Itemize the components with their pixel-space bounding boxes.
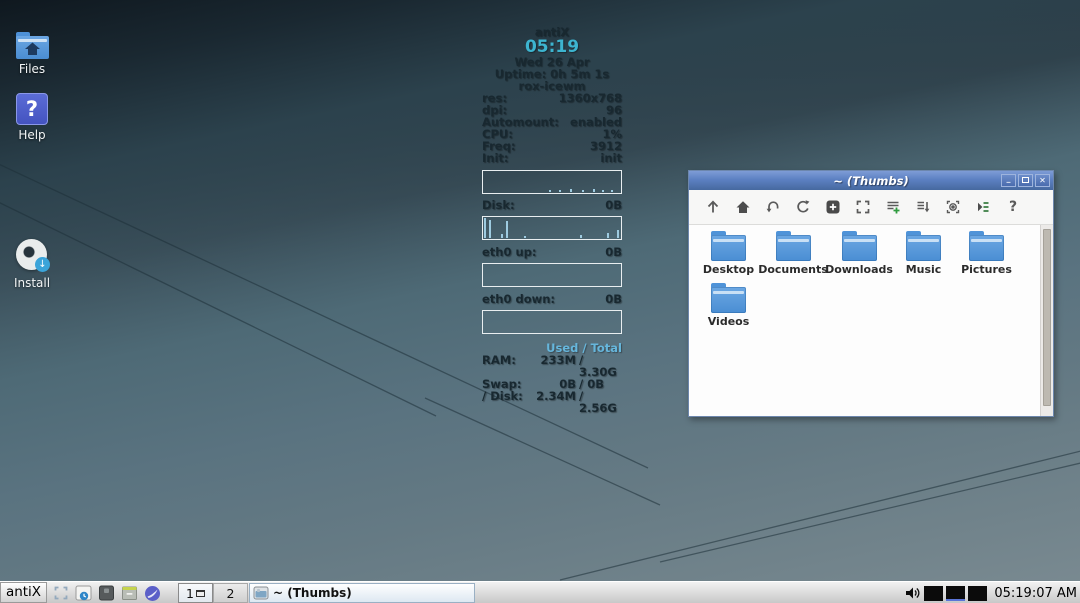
workspace-label: 1 — [186, 586, 194, 601]
info-label: Disk: — [482, 199, 515, 211]
folder-label: Pictures — [961, 263, 1012, 276]
conky-time: 05:19 — [482, 38, 622, 56]
show-hidden-icon[interactable] — [938, 193, 968, 221]
up-icon[interactable] — [698, 193, 728, 221]
taskbar: antiX 1 2 ~ (T — [0, 581, 1080, 603]
workspace-switcher: 1 2 — [178, 583, 248, 603]
install-disc-icon: ↓ — [14, 237, 50, 273]
eth0-down-graph — [482, 310, 622, 334]
window-titlebar[interactable]: ~ (Thumbs) _ ✕ — [689, 171, 1053, 190]
info-label: Init: — [482, 152, 509, 164]
usage-total: / 3.30G — [576, 354, 622, 378]
folder-icon — [775, 231, 812, 261]
file-manager-window: ~ (Thumbs) _ ✕ — [688, 170, 1054, 417]
conky-eth-down-row: eth0 down: 0B — [482, 293, 622, 305]
file-cabinet-icon[interactable] — [118, 583, 141, 603]
cpu-graph — [482, 170, 622, 194]
info-value: init — [600, 152, 622, 164]
workspace-label: 2 — [227, 586, 235, 601]
usage-used: 2.34M — [534, 390, 576, 414]
disk-io-graph — [482, 216, 622, 240]
eth0-up-graph — [482, 263, 622, 287]
close-button[interactable]: ✕ — [1035, 174, 1050, 187]
desktop-icon-label: Install — [14, 276, 50, 290]
home-folder-icon — [16, 32, 49, 59]
sort-order-icon[interactable] — [908, 193, 938, 221]
folder-label: Documents — [758, 263, 828, 276]
info-value: 0B — [605, 293, 622, 305]
folder-label: Downloads — [825, 263, 893, 276]
conky-disk-row: Disk: 0B — [482, 199, 622, 211]
usage-used: 233M — [534, 354, 576, 378]
taskbar-task-button[interactable]: ~ (Thumbs) — [249, 583, 475, 603]
folder-item-documents[interactable]: Documents — [760, 231, 826, 276]
window-title: ~ (Thumbs) — [689, 174, 1053, 188]
workspace-button-1[interactable]: 1 — [178, 583, 213, 603]
folder-item-downloads[interactable]: Downloads — [826, 231, 892, 276]
usage-row-disk: / Disk: 2.34M / 2.56G — [482, 390, 622, 414]
info-label: eth0 down: — [482, 293, 555, 305]
folder-item-videos[interactable]: Videos — [697, 283, 760, 328]
folder-label: Videos — [708, 315, 750, 328]
new-entry-icon[interactable] — [878, 193, 908, 221]
home-icon[interactable] — [728, 193, 758, 221]
conky-info-row: Init: init — [482, 152, 622, 164]
refresh-icon[interactable] — [788, 193, 818, 221]
maximize-button[interactable] — [1018, 174, 1033, 187]
scrollbar-thumb[interactable] — [1043, 229, 1051, 406]
vertical-scrollbar[interactable] — [1040, 225, 1053, 416]
folder-label: Desktop — [703, 263, 754, 276]
task-window-icon — [253, 586, 269, 600]
screenshot-clock-app-icon[interactable] — [72, 583, 95, 603]
task-button-label: ~ (Thumbs) — [273, 586, 352, 600]
minimize-button[interactable]: _ — [1001, 174, 1016, 187]
volume-icon[interactable] — [904, 585, 921, 601]
house-glyph — [24, 42, 41, 56]
mem-monitor-applet[interactable] — [968, 586, 987, 601]
folder-item-music[interactable]: Music — [892, 231, 955, 276]
conky-eth-up-row: eth0 up: 0B — [482, 246, 622, 258]
net-monitor-applet[interactable] — [946, 586, 965, 601]
info-value: 0B — [605, 199, 622, 211]
window-glyph — [196, 590, 205, 597]
icon-size-icon[interactable] — [818, 193, 848, 221]
download-arrow-badge: ↓ — [35, 257, 50, 272]
info-label: eth0 up: — [482, 246, 537, 258]
resize-fit-icon[interactable] — [848, 193, 878, 221]
usage-label: / Disk: — [482, 390, 534, 414]
terminal-icon[interactable] — [95, 583, 118, 603]
usage-label: RAM: — [482, 354, 534, 378]
window-toolbar: ? — [689, 190, 1053, 225]
web-browser-icon[interactable] — [141, 583, 164, 603]
folder-icon — [905, 231, 942, 261]
desktop-icon-label: Help — [18, 128, 45, 142]
quick-launch — [49, 583, 164, 603]
conky-system-monitor: antiX 05:19 Wed 26 Apr Uptime: 0h 5m 1s … — [482, 26, 622, 414]
info-value: 0B — [605, 246, 622, 258]
folder-icon — [841, 231, 878, 261]
start-menu-button[interactable]: antiX — [0, 582, 47, 603]
open-panel-icon[interactable] — [968, 193, 998, 221]
usage-row-ram: RAM: 233M / 3.30G — [482, 354, 622, 378]
taskbar-clock[interactable]: 05:19:07 AM — [994, 586, 1077, 601]
desktop-icon-help[interactable]: ? Help — [2, 93, 62, 142]
folder-icon — [968, 231, 1005, 261]
folder-icon — [710, 231, 747, 261]
desktop-icon-install[interactable]: ↓ Install — [2, 237, 62, 290]
file-view[interactable]: Desktop Documents Downloads Music Pictur… — [689, 225, 1053, 416]
usage-total: / 2.56G — [576, 390, 622, 414]
desktop-icon-files[interactable]: Files — [2, 32, 62, 76]
back-icon[interactable] — [758, 193, 788, 221]
help-icon[interactable]: ? — [998, 193, 1028, 221]
workspace-button-2[interactable]: 2 — [213, 583, 248, 603]
help-question-icon: ? — [16, 93, 48, 125]
show-desktop-icon[interactable] — [49, 583, 72, 603]
folder-item-pictures[interactable]: Pictures — [955, 231, 1018, 276]
cpu-monitor-applet[interactable] — [924, 586, 943, 601]
system-tray: 05:19:07 AM — [904, 583, 1077, 603]
folder-item-desktop[interactable]: Desktop — [697, 231, 760, 276]
folder-icon — [710, 283, 747, 313]
desktop-icon-label: Files — [19, 62, 45, 76]
folder-label: Music — [906, 263, 942, 276]
